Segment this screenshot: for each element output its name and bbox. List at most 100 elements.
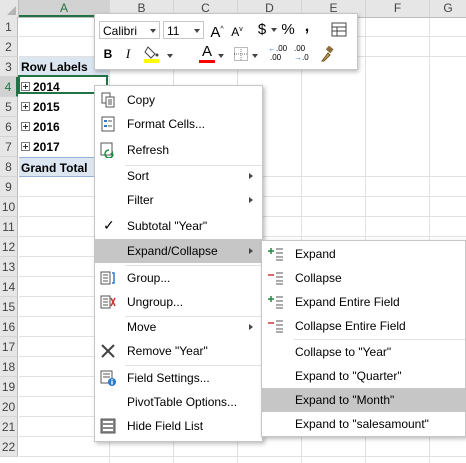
chevron-right-icon [249,248,253,254]
column-header-f[interactable]: F [366,0,430,17]
expand-plus-icon[interactable] [21,122,30,132]
currency-button[interactable]: $ [256,21,268,39]
decrease-decimal-icon: →.0 [294,53,309,62]
currency-icon: $ [257,21,267,38]
menu-item-expand-collapse[interactable]: Expand/Collapse [95,239,262,263]
menu-item-remove-year[interactable]: Remove "Year" [95,339,262,363]
font-color-swatch [199,60,215,63]
row-header-20[interactable]: 20 [0,397,18,417]
menu-item-pivottable-options[interactable]: PivotTable Options... [95,390,262,414]
borders-button[interactable] [233,46,249,62]
row-header-17[interactable]: 17 [0,337,18,357]
comma-style-button[interactable]: , [301,18,313,36]
menu-item-label: Expand/Collapse [127,244,218,258]
menu-item-label: PivotTable Options... [127,395,238,409]
font-color-button[interactable]: A [199,44,215,64]
grow-font-button[interactable]: A^ [209,21,225,41]
shrink-font-button[interactable]: Av [229,21,245,39]
expand-icon [268,246,284,262]
chevron-down-icon[interactable] [252,54,258,58]
submenu-item-expand-to-month[interactable]: Expand to "Month" [262,388,465,412]
pivot-row-label: 2016 [33,120,60,134]
expand-plus-icon[interactable] [21,102,30,112]
chevron-down-icon[interactable] [218,54,224,58]
column-header-g[interactable]: G [430,0,466,17]
row-header-18[interactable]: 18 [0,357,18,377]
bold-button[interactable]: B [101,45,115,63]
row-header-22[interactable]: 22 [0,437,18,457]
submenu-item-expand[interactable]: Expand [262,242,465,266]
format-painter-button[interactable] [319,45,335,62]
menu-item-label: Ungroup... [127,295,184,309]
menu-item-refresh[interactable]: Refresh [95,138,262,162]
chevron-down-icon[interactable] [167,54,173,58]
select-all-corner[interactable] [0,0,19,17]
comma-icon: , [304,18,310,35]
increase-decimal-button[interactable]: ←.00 .00 [268,44,290,64]
ungroup-icon [100,294,116,310]
row-header-10[interactable]: 10 [0,197,18,217]
mini-toolbar: Calibri 11 A^ Av $ % , B I A ←.00 .00 .0… [94,13,358,70]
submenu-item-expand-to-quarter[interactable]: Expand to "Quarter" [262,364,465,388]
menu-item-sort[interactable]: Sort [95,164,262,188]
menu-item-label: Field Settings... [127,371,210,385]
menu-item-group[interactable]: Group... [95,266,262,290]
submenu-item-collapse-to-year[interactable]: Collapse to "Year" [262,340,465,364]
row-header-13[interactable]: 13 [0,257,18,277]
row-header-4[interactable]: 4 [0,77,18,97]
format-cells-icon [100,116,116,132]
font-name-box[interactable]: Calibri [99,21,160,39]
menu-item-label: Filter [127,193,154,207]
percent-button[interactable]: % [280,21,296,39]
expand-plus-icon[interactable] [21,142,30,152]
menu-item-label: Format Cells... [127,117,206,131]
field-settings-icon [100,370,116,386]
font-color-icon: A [201,43,212,60]
row-header-6[interactable]: 6 [0,117,18,137]
italic-button[interactable]: I [121,45,135,63]
row-header-3[interactable]: 3 [0,57,18,77]
row-header-15[interactable]: 15 [0,297,18,317]
menu-item-field-settings[interactable]: Field Settings... [95,366,262,390]
fill-color-button[interactable] [143,44,165,64]
remove-x-icon [100,343,116,359]
chevron-right-icon [249,197,253,203]
group-icon [100,270,116,286]
expand-entire-field-icon [268,294,284,310]
menu-item-subtotal[interactable]: ✓ Subtotal "Year" [95,214,262,238]
row-header-16[interactable]: 16 [0,317,18,337]
row-header-19[interactable]: 19 [0,377,18,397]
decrease-decimal-button[interactable]: .00 →.0 [294,44,316,64]
row-header-11[interactable]: 11 [0,217,18,237]
font-size-box[interactable]: 11 [163,21,204,39]
menu-item-copy[interactable]: Copy [95,88,262,112]
submenu-item-expand-entire-field[interactable]: Expand Entire Field [262,290,465,314]
row-header-14[interactable]: 14 [0,277,18,297]
submenu-item-expand-to-salesamount[interactable]: Expand to "salesamount" [262,412,465,436]
submenu-item-collapse[interactable]: Collapse [262,266,465,290]
row-header-9[interactable]: 9 [0,177,18,197]
row-header-7[interactable]: 7 [0,137,18,157]
menu-item-move[interactable]: Move [95,315,262,339]
menu-item-format-cells[interactable]: Format Cells... [95,112,262,136]
chevron-down-icon[interactable] [271,28,277,32]
row-header-12[interactable]: 12 [0,237,18,257]
grow-font-icon: A [210,24,221,41]
submenu-item-label: Expand Entire Field [295,295,400,309]
menu-item-filter[interactable]: Filter [95,188,262,212]
italic-icon: I [125,46,131,61]
collapse-entire-field-icon [268,318,284,334]
submenu-item-collapse-entire-field[interactable]: Collapse Entire Field [262,314,465,338]
increase-decimal-icon: ←.00 [268,44,288,53]
row-header-2[interactable]: 2 [0,37,18,57]
table-format-icon[interactable] [331,22,347,37]
menu-item-hide-field-list[interactable]: Hide Field List [95,414,262,438]
menu-item-ungroup[interactable]: Ungroup... [95,290,262,314]
row-header-1[interactable]: 1 [0,17,18,37]
context-menu: Copy Format Cells... Refresh Sort Filter… [94,85,263,442]
row-header-21[interactable]: 21 [0,417,18,437]
row-header-8[interactable]: 8 [0,157,18,177]
chevron-right-icon [249,173,253,179]
row-header-5[interactable]: 5 [0,97,18,117]
chevron-down-icon [194,29,200,33]
